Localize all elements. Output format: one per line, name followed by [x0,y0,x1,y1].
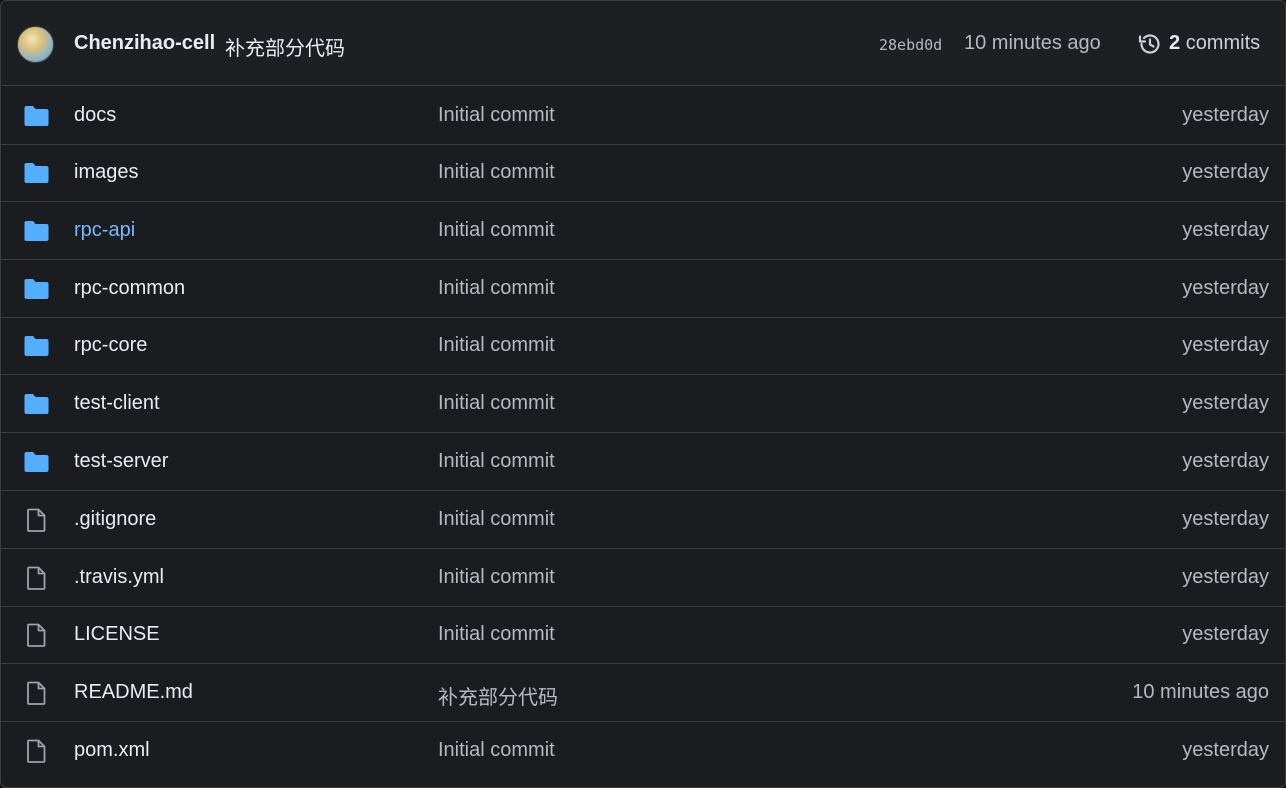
commit-count: 2 [1169,32,1181,54]
file-commit-message-link[interactable]: Initial commit [438,334,555,357]
file-name-link[interactable]: rpc-api [74,219,135,242]
file-commit-age: yesterday [1182,104,1269,126]
file-row[interactable]: README.md 补充部分代码 10 minutes ago [1,664,1285,722]
file-name-link[interactable]: rpc-core [74,334,147,357]
file-commit-age: yesterday [1182,508,1269,530]
file-commit-message-link[interactable]: Initial commit [438,161,555,184]
file-commit-message-link[interactable]: Initial commit [438,566,555,589]
folder-icon [24,106,49,126]
file-commit-age: 10 minutes ago [1132,681,1269,703]
folder-icon [24,221,49,241]
file-row[interactable]: pom.xml Initial commit yesterday [1,722,1285,780]
file-commit-message-link[interactable]: 补充部分代码 [438,681,558,710]
folder-icon [24,163,49,183]
commit-sha-link[interactable]: 28ebd0d [879,36,942,54]
file-name-link[interactable]: .gitignore [74,508,156,531]
folder-icon [24,336,49,356]
file-icon [27,508,46,532]
file-name-link[interactable]: docs [74,104,116,127]
file-row[interactable]: rpc-common Initial commit yesterday [1,260,1285,318]
latest-commit-bar: Chenzihao-cell 补充部分代码 28ebd0d 10 minutes… [1,1,1285,86]
file-commit-age: yesterday [1182,739,1269,761]
file-commit-age: yesterday [1182,450,1269,472]
file-commit-age: yesterday [1182,277,1269,299]
file-commit-age: yesterday [1182,392,1269,414]
file-commit-age: yesterday [1182,566,1269,588]
file-icon [27,566,46,590]
file-row[interactable]: rpc-core Initial commit yesterday [1,317,1285,375]
file-commit-message-link[interactable]: Initial commit [438,277,555,300]
commits-label: commits [1185,32,1261,54]
file-row[interactable]: .travis.yml Initial commit yesterday [1,549,1285,607]
file-commit-message-link[interactable]: Initial commit [438,392,555,415]
folder-icon [24,452,49,472]
file-name-link[interactable]: rpc-common [74,277,185,300]
file-commit-message-link[interactable]: Initial commit [438,219,555,242]
file-row[interactable]: test-client Initial commit yesterday [1,375,1285,433]
file-name-link[interactable]: LICENSE [74,623,160,646]
file-name-link[interactable]: test-server [74,450,168,473]
file-commit-message-link[interactable]: Initial commit [438,508,555,531]
history-icon[interactable] [1137,31,1163,57]
file-commit-age: yesterday [1182,334,1269,356]
file-commit-message-link[interactable]: Initial commit [438,739,555,762]
file-name-link[interactable]: images [74,161,138,184]
file-row[interactable]: LICENSE Initial commit yesterday [1,606,1285,664]
file-icon [27,739,46,763]
file-row[interactable]: test-server Initial commit yesterday [1,433,1285,491]
file-row[interactable]: docs Initial commit yesterday [1,87,1285,145]
commit-time: 10 minutes ago [964,32,1101,54]
file-name-link[interactable]: .travis.yml [74,566,164,589]
file-row[interactable]: images Initial commit yesterday [1,144,1285,202]
commit-message-link[interactable]: 补充部分代码 [225,32,345,61]
file-commit-message-link[interactable]: Initial commit [438,623,555,646]
folder-icon [24,279,49,299]
file-name-link[interactable]: README.md [74,681,193,704]
file-commit-message-link[interactable]: Initial commit [438,450,555,473]
file-commit-age: yesterday [1182,219,1269,241]
folder-icon [24,394,49,414]
commit-author-link[interactable]: Chenzihao-cell [74,32,215,55]
file-icon [27,623,46,647]
file-name-link[interactable]: test-client [74,392,160,415]
file-commit-age: yesterday [1182,161,1269,183]
file-icon [27,681,46,705]
file-commit-age: yesterday [1182,623,1269,645]
file-row[interactable]: .gitignore Initial commit yesterday [1,491,1285,549]
file-commit-message-link[interactable]: Initial commit [438,104,555,127]
file-browser: Chenzihao-cell 补充部分代码 28ebd0d 10 minutes… [0,0,1286,788]
avatar[interactable] [17,26,54,63]
file-name-link[interactable]: pom.xml [74,739,150,762]
file-row[interactable]: rpc-api Initial commit yesterday [1,202,1285,260]
commits-link[interactable]: 2 commits [1169,32,1260,55]
